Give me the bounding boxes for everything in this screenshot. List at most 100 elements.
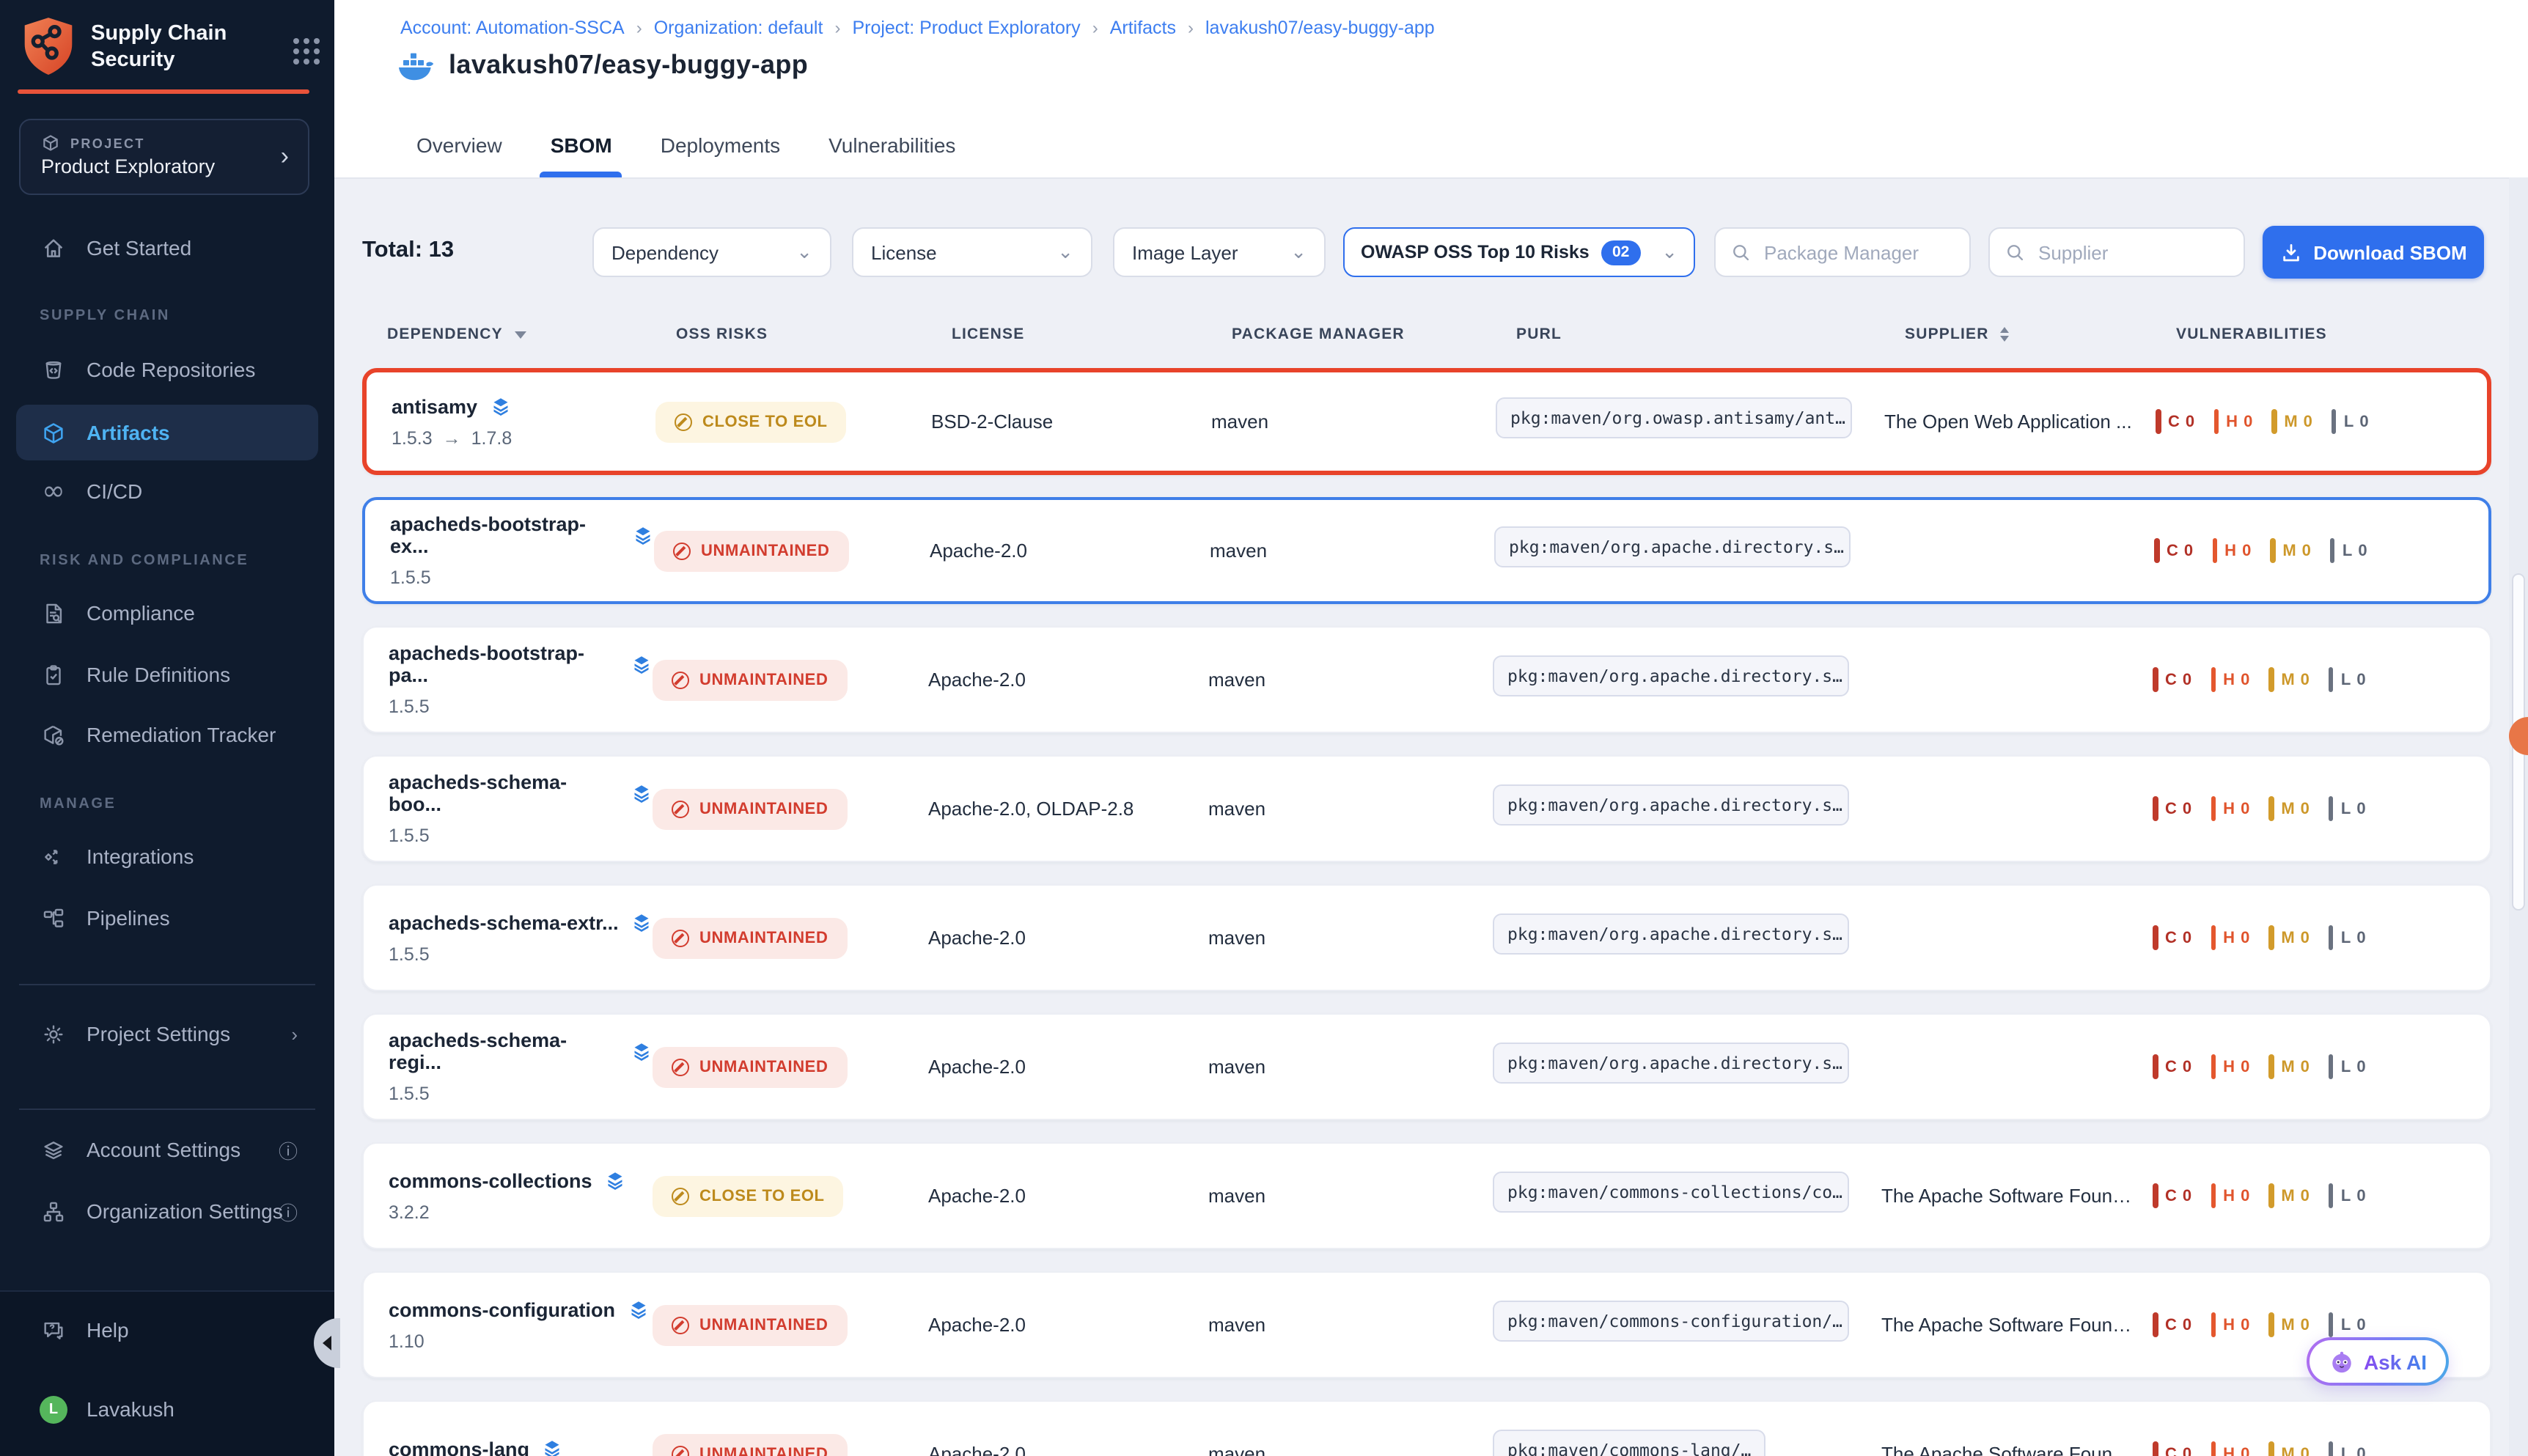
section-label-risk-compliance: RISK AND COMPLIANCE [40, 553, 249, 569]
vuln-count-c: C0 [2153, 1441, 2191, 1456]
integrations-icon [40, 844, 67, 869]
vulnerabilities-cell: C0H0M0L0 [2153, 1183, 2490, 1208]
project-selector[interactable]: PROJECT Product Exploratory › [19, 119, 309, 195]
breadcrumb-item[interactable]: Account: Automation-SSCA [400, 18, 625, 38]
table-row[interactable]: commons-configuration 1.10 → [362, 1271, 2491, 1378]
purl-pill[interactable]: pkg:maven/org.owasp.antisamy/ant… [1496, 397, 1852, 438]
sidebar-item-rule-definitions[interactable]: Rule Definitions [16, 650, 318, 699]
tab-sbom[interactable]: SBOM [551, 111, 612, 177]
vuln-count-l: L0 [2329, 1441, 2366, 1456]
supplier-search[interactable] [1988, 227, 2245, 277]
sidebar-item-integrations[interactable]: Integrations [16, 831, 318, 881]
package-manager-cell: maven [1208, 1056, 1493, 1078]
filter-dropdown-image-layer[interactable]: Image Layer⌄ [1113, 227, 1326, 277]
license-cell: BSD-2-Clause [931, 411, 1211, 433]
table-row[interactable]: commons-collections 3.2.2 → [362, 1142, 2491, 1249]
breadcrumb-item[interactable]: Project: Product Exploratory [852, 18, 1080, 38]
package-manager-cell: maven [1208, 798, 1493, 820]
app-root: Supply Chain Security PROJECT Product Ex… [0, 0, 2528, 1456]
column-header-dependency[interactable]: DEPENDENCY [387, 326, 526, 343]
app-switcher-icon[interactable] [293, 38, 299, 44]
purl-pill[interactable]: pkg:maven/org.apache.directory.s… [1493, 1043, 1849, 1084]
purl-pill[interactable]: pkg:maven/org.apache.directory.s… [1493, 784, 1849, 826]
download-icon [2279, 241, 2301, 263]
supplier-cell: The Open Web Application ... [1884, 411, 2156, 433]
sidebar-item-pipelines[interactable]: Pipelines [16, 893, 318, 943]
layers-icon [631, 1040, 653, 1062]
oss-risk-label: CLOSE TO EOL [699, 1187, 825, 1205]
column-header-supplier[interactable]: SUPPLIER [1905, 326, 2010, 343]
purl-pill[interactable]: pkg:maven/commons-lang/… [1493, 1430, 1765, 1456]
vuln-count-c: C0 [2153, 796, 2191, 821]
purl-pill[interactable]: pkg:maven/org.apache.directory.s… [1494, 526, 1851, 567]
info-icon[interactable]: ⓘ [279, 1136, 298, 1163]
owasp-risk-filter[interactable]: OWASP OSS Top 10 Risks 02 ⌄ [1343, 227, 1695, 277]
dependency-cell: apacheds-schema-extr... 1.5.5 → [364, 911, 653, 964]
sidebar-item-artifacts[interactable]: Artifacts [16, 405, 318, 460]
oss-risk-cell: UNMAINTAINED [653, 1433, 928, 1456]
vuln-count-m: M0 [2268, 925, 2310, 950]
user-menu[interactable]: L Lavakush [16, 1384, 318, 1434]
vuln-count-c: C0 [2153, 1183, 2191, 1208]
table-row[interactable]: apacheds-schema-regi... 1.5.5 → [362, 1013, 2491, 1120]
purl-cell: pkg:maven/commons-configuration/… [1493, 1301, 1881, 1349]
sidebar-item-help[interactable]: Help [16, 1305, 318, 1355]
gear-icon [40, 1021, 67, 1046]
table-row[interactable]: apacheds-schema-boo... 1.5.5 → [362, 755, 2491, 862]
sidebar: Supply Chain Security PROJECT Product Ex… [0, 0, 334, 1456]
oss-risk-cell: UNMAINTAINED [653, 1046, 928, 1087]
tab-overview[interactable]: Overview [416, 111, 502, 177]
dependency-cell: commons-configuration 1.10 → [364, 1298, 653, 1351]
tab-deployments[interactable]: Deployments [661, 111, 780, 177]
sidebar-item-remediation-tracker[interactable]: Remediation Tracker [16, 710, 318, 760]
filter-dropdown-license[interactable]: License⌄ [852, 227, 1092, 277]
tab-vulnerabilities[interactable]: Vulnerabilities [828, 111, 955, 177]
package-manager-search[interactable] [1714, 227, 1971, 277]
table-row[interactable]: antisamy 1.5.3 → 1.7.8 [362, 368, 2491, 475]
column-header-purl: PURL [1516, 326, 1562, 343]
license-cell: Apache-2.0 [928, 1314, 1208, 1336]
purl-pill[interactable]: pkg:maven/commons-collections/co… [1493, 1172, 1849, 1213]
filter-dropdown-dependency[interactable]: Dependency⌄ [592, 227, 831, 277]
purl-pill[interactable]: pkg:maven/org.apache.directory.s… [1493, 913, 1849, 955]
vuln-count-c: C0 [2153, 1312, 2191, 1337]
table-row[interactable]: commons-lang → UN [362, 1400, 2491, 1456]
sidebar-item-project-settings[interactable]: Project Settings › [16, 1009, 318, 1059]
package-manager-cell: maven [1210, 540, 1494, 562]
vuln-count-m: M0 [2268, 667, 2310, 692]
ask-ai-button[interactable]: Ask AI [2307, 1337, 2449, 1386]
supplier-input[interactable] [2035, 240, 2229, 265]
sidebar-item-organization-settings[interactable]: Organization Settings ⓘ [16, 1186, 318, 1236]
sort-icon [2001, 327, 2010, 342]
oss-risk-badge: CLOSE TO EOL [655, 401, 847, 442]
breadcrumb-separator: › [1188, 18, 1194, 38]
download-sbom-button[interactable]: Download SBOM [2263, 226, 2484, 279]
package-manager-cell: maven [1208, 1185, 1493, 1207]
sidebar-item-get-started[interactable]: Get Started [16, 223, 318, 273]
table-row[interactable]: apacheds-bootstrap-ex... 1.5.5 → [362, 497, 2491, 604]
table-row[interactable]: apacheds-bootstrap-pa... 1.5.5 → [362, 626, 2491, 733]
sidebar-item-compliance[interactable]: Compliance [16, 588, 318, 638]
breadcrumb-item[interactable]: lavakush07/easy-buggy-app [1205, 18, 1435, 38]
package-manager-cell: maven [1211, 411, 1496, 433]
breadcrumb-item[interactable]: Artifacts [1110, 18, 1176, 38]
cube-icon [41, 133, 60, 152]
sidebar-item-cicd[interactable]: ∞ CI/CD [16, 466, 318, 516]
prohibited-icon [672, 1316, 689, 1334]
prohibited-icon [672, 1445, 689, 1456]
purl-pill[interactable]: pkg:maven/commons-configuration/… [1493, 1301, 1849, 1342]
sidebar-item-code-repositories[interactable]: Code Repositories [16, 345, 318, 394]
search-icon [1730, 242, 1751, 262]
breadcrumb-item[interactable]: Organization: default [654, 18, 823, 38]
table-row[interactable]: apacheds-schema-extr... 1.5.5 → [362, 884, 2491, 991]
filter-dropdowns: Dependency⌄ License⌄ Image Layer⌄ [592, 227, 1326, 277]
vuln-count-h: H0 [2211, 1312, 2249, 1337]
scrollbar-track[interactable] [2509, 177, 2528, 1456]
sidebar-item-account-settings[interactable]: Account Settings ⓘ [16, 1125, 318, 1174]
package-manager-input[interactable] [1761, 240, 1955, 265]
info-icon[interactable]: ⓘ [279, 1197, 298, 1225]
purl-pill[interactable]: pkg:maven/org.apache.directory.s… [1493, 655, 1849, 696]
column-label: DEPENDENCY [387, 326, 503, 343]
dependency-name: apacheds-schema-extr... [389, 911, 619, 933]
layers-gear-icon [40, 1137, 67, 1162]
